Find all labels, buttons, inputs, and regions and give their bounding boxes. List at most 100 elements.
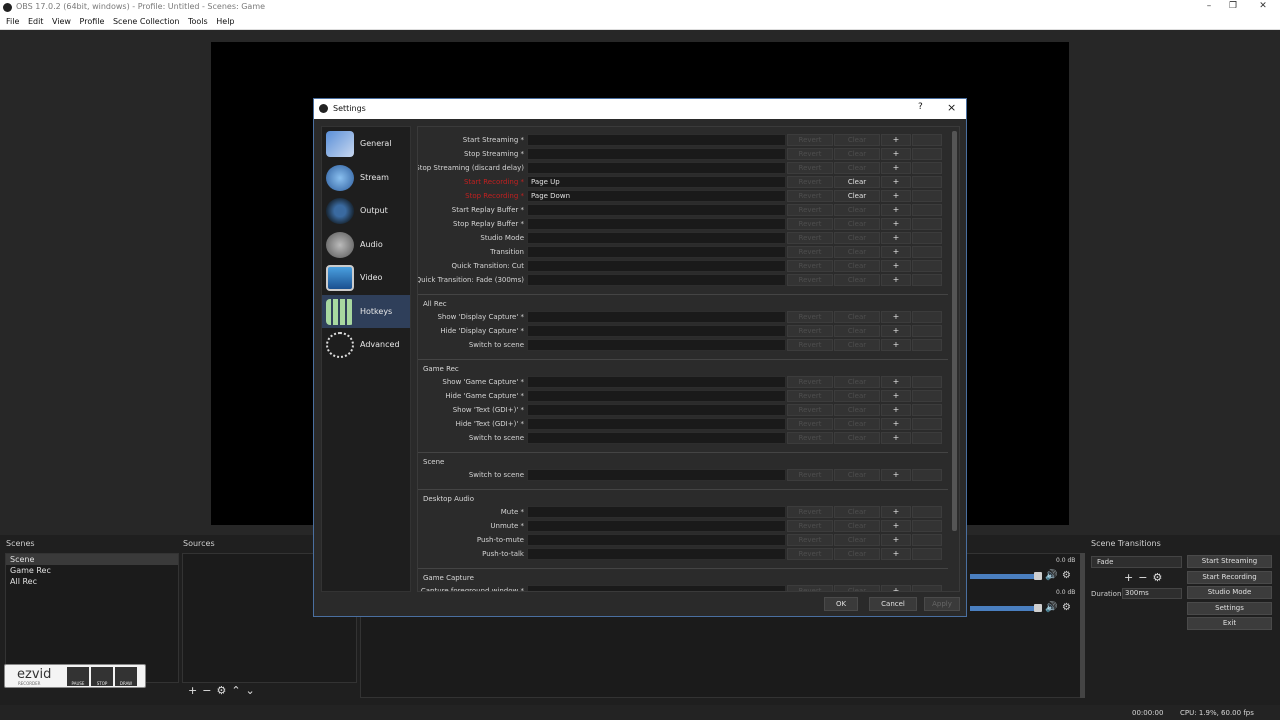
gear-icon[interactable]: ⚙ [216,684,231,697]
remove-hotkey-button[interactable] [912,325,942,337]
remove-hotkey-button[interactable] [912,534,942,546]
hotkey-input[interactable] [527,418,786,430]
add-hotkey-button[interactable]: + [881,232,911,244]
hotkey-input[interactable] [527,232,786,244]
clear-button[interactable]: Clear [834,520,880,532]
remove-hotkey-button[interactable] [912,232,942,244]
hotkey-input[interactable] [527,390,786,402]
add-hotkey-button[interactable]: + [881,274,911,286]
remove-hotkey-button[interactable] [912,204,942,216]
add-hotkey-button[interactable]: + [881,404,911,416]
add-hotkey-button[interactable]: + [881,585,911,591]
clear-button[interactable]: Clear [834,339,880,351]
hotkey-input[interactable] [527,534,786,546]
hotkey-input[interactable] [527,311,786,323]
add-icon[interactable]: + [188,684,202,697]
studio-mode-button[interactable]: Studio Mode [1187,586,1272,599]
add-hotkey-button[interactable]: + [881,520,911,532]
hotkey-input[interactable] [527,432,786,444]
remove-hotkey-button[interactable] [912,520,942,532]
hotkey-input[interactable] [527,548,786,560]
cancel-button[interactable]: Cancel [869,597,917,611]
remove-hotkey-button[interactable] [912,148,942,160]
add-hotkey-button[interactable]: + [881,218,911,230]
add-hotkey-button[interactable]: + [881,469,911,481]
revert-button[interactable]: Revert [787,339,833,351]
menu-profile[interactable]: Profile [80,15,105,26]
add-hotkey-button[interactable]: + [881,190,911,202]
hotkey-input[interactable] [527,246,786,258]
revert-button[interactable]: Revert [787,311,833,323]
ezvid-pause-button[interactable]: PAUSE [67,667,89,686]
clear-button[interactable]: Clear [834,204,880,216]
revert-button[interactable]: Revert [787,390,833,402]
add-icon[interactable]: + [1124,571,1138,584]
add-hotkey-button[interactable]: + [881,506,911,518]
remove-hotkey-button[interactable] [912,190,942,202]
hotkey-input[interactable] [527,520,786,532]
add-hotkey-button[interactable]: + [881,534,911,546]
gear-icon[interactable]: ⚙ [1152,571,1167,584]
clear-button[interactable]: Clear [834,260,880,272]
remove-hotkey-button[interactable] [912,376,942,388]
clear-button[interactable]: Clear [834,325,880,337]
hotkey-input[interactable]: Page Down [527,190,786,202]
ezvid-draw-button[interactable]: DRAW [115,667,137,686]
add-hotkey-button[interactable]: + [881,148,911,160]
volume-slider-1[interactable] [1033,572,1042,580]
hotkey-input[interactable] [527,218,786,230]
remove-icon[interactable]: − [1138,571,1152,584]
hotkey-input[interactable] [527,260,786,272]
clear-button[interactable]: Clear [834,585,880,591]
remove-icon[interactable]: − [202,684,216,697]
start-streaming-button[interactable]: Start Streaming [1187,555,1272,568]
clear-button[interactable]: Clear [834,390,880,402]
hotkeys-scrollbar[interactable] [952,131,957,531]
remove-hotkey-button[interactable] [912,218,942,230]
clear-button[interactable]: Clear [834,404,880,416]
menu-view[interactable]: View [52,15,71,26]
revert-button[interactable]: Revert [787,176,833,188]
hotkey-input[interactable] [527,274,786,286]
revert-button[interactable]: Revert [787,190,833,202]
move-up-icon[interactable]: ⌃ [231,684,245,697]
clear-button[interactable]: Clear [834,274,880,286]
scene-item[interactable]: All Rec [6,576,178,587]
clear-button[interactable]: Clear [834,190,880,202]
nav-item-hotkeys[interactable]: Hotkeys [322,294,410,328]
add-hotkey-button[interactable]: + [881,548,911,560]
remove-hotkey-button[interactable] [912,260,942,272]
hotkey-input[interactable] [527,162,786,174]
hotkey-input[interactable] [527,204,786,216]
help-icon[interactable]: ? [918,102,923,112]
clear-button[interactable]: Clear [834,418,880,430]
hotkey-input[interactable] [527,148,786,160]
remove-hotkey-button[interactable] [912,162,942,174]
remove-hotkey-button[interactable] [912,390,942,402]
revert-button[interactable]: Revert [787,148,833,160]
hotkey-input[interactable] [527,469,786,481]
revert-button[interactable]: Revert [787,325,833,337]
clear-button[interactable]: Clear [834,311,880,323]
hotkey-input[interactable] [527,404,786,416]
hotkey-input[interactable] [527,506,786,518]
add-hotkey-button[interactable]: + [881,325,911,337]
remove-hotkey-button[interactable] [912,134,942,146]
nav-item-stream[interactable]: Stream [322,161,410,195]
close-window-icon[interactable]: ✕ [1248,1,1278,11]
speaker-icon[interactable]: 🔊 [1045,602,1057,613]
clear-button[interactable]: Clear [834,469,880,481]
remove-hotkey-button[interactable] [912,418,942,430]
add-hotkey-button[interactable]: + [881,176,911,188]
move-down-icon[interactable]: ⌄ [246,684,260,697]
add-hotkey-button[interactable]: + [881,162,911,174]
remove-hotkey-button[interactable] [912,506,942,518]
speaker-icon[interactable]: 🔊 [1045,570,1057,581]
settings-button[interactable]: Settings [1187,601,1272,615]
clear-button[interactable]: Clear [834,148,880,160]
remove-hotkey-button[interactable] [912,548,942,560]
menu-edit[interactable]: Edit [28,15,44,26]
add-hotkey-button[interactable]: + [881,260,911,272]
revert-button[interactable]: Revert [787,246,833,258]
add-hotkey-button[interactable]: + [881,204,911,216]
